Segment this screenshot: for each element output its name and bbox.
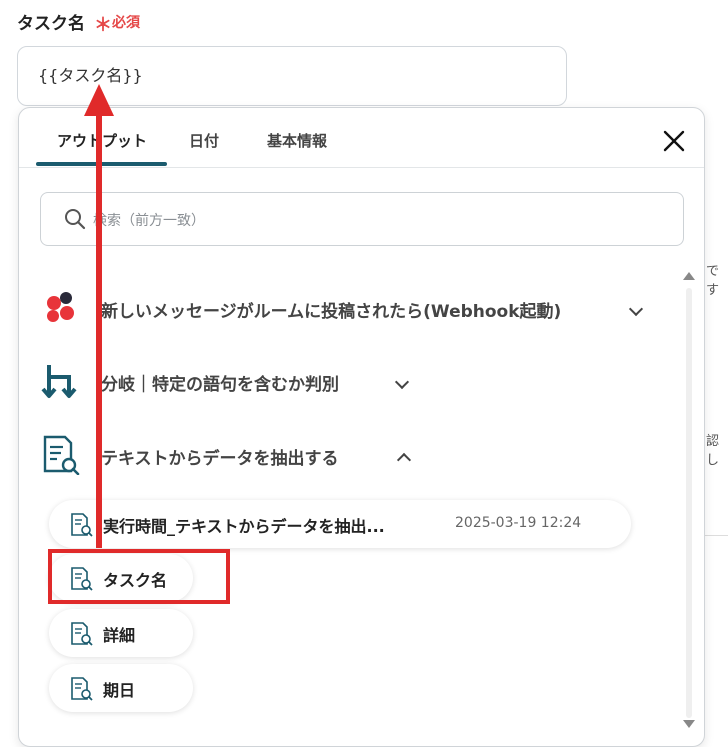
tab-date[interactable]: 日付 bbox=[189, 130, 219, 151]
item-label: 実行時間_テキストからデータを抽出... bbox=[103, 517, 385, 536]
tab-bar: アウトプット 日付 基本情報 bbox=[19, 108, 704, 168]
document-search-icon bbox=[71, 513, 93, 537]
background-text: です bbox=[706, 264, 720, 298]
section-label: 新しいメッセージがルームに投稿されたら(Webhook起動) bbox=[101, 302, 562, 322]
scroll-down-arrow[interactable] bbox=[683, 720, 695, 728]
required-mark: ＊ bbox=[94, 15, 112, 36]
chevron-down-icon bbox=[628, 301, 644, 317]
search-placeholder: 検索（前方一致） bbox=[93, 213, 205, 229]
chatwork-icon bbox=[47, 292, 74, 322]
tab-output[interactable]: アウトプット bbox=[57, 130, 147, 151]
active-tab-indicator bbox=[36, 162, 167, 166]
scrollbar[interactable] bbox=[686, 288, 692, 718]
task-name-input[interactable]: {{タスク名}} bbox=[17, 46, 567, 106]
search-input[interactable]: 検索（前方一致） bbox=[40, 192, 684, 246]
output-item-execution-time[interactable]: 実行時間_テキストからデータを抽出... 2025-03-19 12:24 bbox=[49, 500, 631, 548]
item-label: 期日 bbox=[103, 681, 136, 700]
chevron-up-icon bbox=[396, 452, 412, 468]
section-extract-text[interactable]: テキストからデータを抽出する bbox=[41, 435, 441, 475]
search-icon bbox=[65, 209, 86, 230]
scroll-up-arrow[interactable] bbox=[683, 272, 695, 280]
output-item-due-date[interactable]: 期日 bbox=[49, 664, 193, 712]
background-divider bbox=[705, 535, 728, 536]
document-search-icon bbox=[43, 435, 80, 475]
close-icon bbox=[663, 130, 685, 152]
item-timestamp: 2025-03-19 12:24 bbox=[455, 515, 582, 531]
close-button[interactable] bbox=[659, 126, 689, 156]
required-badge: 必須 bbox=[112, 15, 140, 31]
section-label: テキストからデータを抽出する bbox=[101, 449, 339, 469]
field-label: タスク名 bbox=[17, 14, 85, 34]
annotation-highlight-box bbox=[48, 549, 230, 604]
variable-picker-panel: アウトプット 日付 基本情報 検索（前方一致） 新しいメッセージがルームに投稿さ… bbox=[18, 107, 705, 747]
tab-basic-info[interactable]: 基本情報 bbox=[267, 130, 327, 151]
document-search-icon bbox=[71, 677, 93, 701]
output-item-details[interactable]: 詳細 bbox=[49, 609, 193, 657]
section-label: 分岐｜特定の語句を含むか判別 bbox=[101, 375, 339, 395]
item-label: 詳細 bbox=[103, 626, 136, 645]
section-chatwork-trigger[interactable]: 新しいメッセージがルームに投稿されたら(Webhook起動) bbox=[41, 288, 661, 328]
branch-icon bbox=[41, 365, 77, 398]
document-search-icon bbox=[71, 622, 93, 646]
chevron-down-icon bbox=[394, 374, 410, 390]
section-branch[interactable]: 分岐｜特定の語句を含むか判別 bbox=[41, 361, 441, 401]
background-text: 認し bbox=[706, 434, 720, 468]
